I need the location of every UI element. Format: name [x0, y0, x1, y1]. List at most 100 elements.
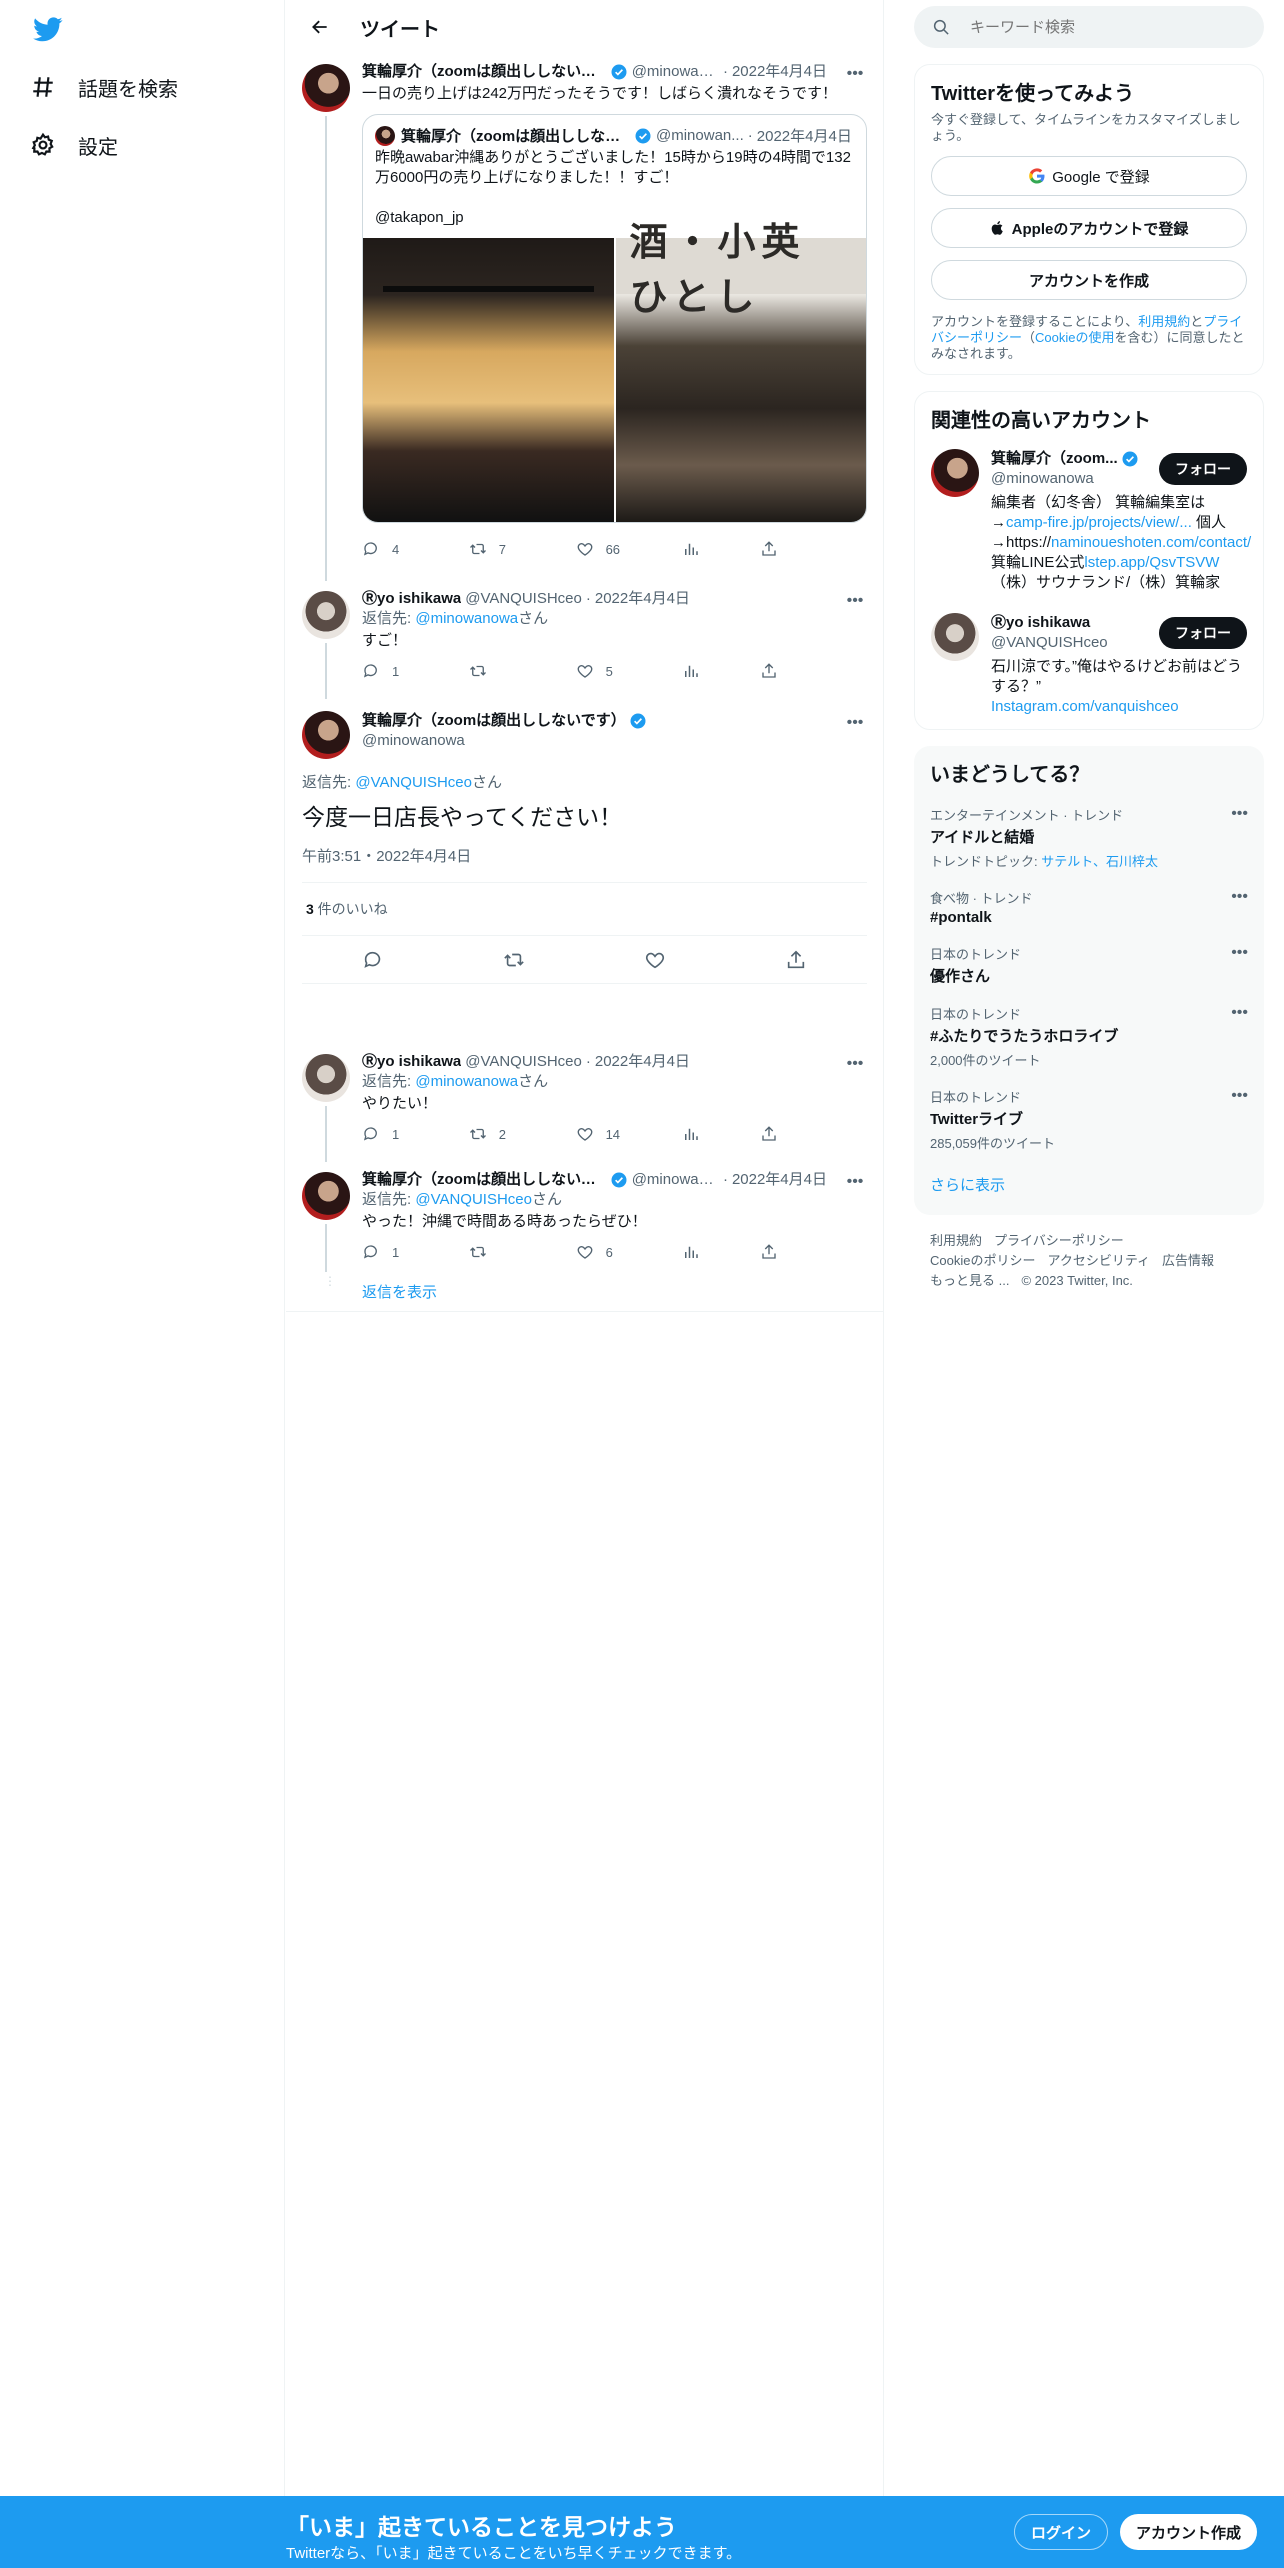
tweet-parent[interactable]: ••• 箕輪厚介（zoomは顔出ししないで... @minowan... · 2…	[286, 54, 883, 581]
like-button[interactable]: 5	[576, 662, 683, 680]
footer-link[interactable]: もっと見る ...	[930, 1273, 1009, 1288]
apple-signup-button[interactable]: Appleのアカウントで登録	[931, 208, 1247, 248]
tweet-reply-ancestor[interactable]: ••• Ⓡyo ishikawa @VANQUISHceo · 2022年4月4…	[286, 581, 883, 699]
reply-button[interactable]: 4	[362, 540, 469, 558]
author-handle[interactable]: @minowan...	[632, 1170, 719, 1190]
share-button[interactable]	[760, 662, 867, 680]
quote-media[interactable]: 酒・小英 ひとし	[363, 222, 866, 522]
share-icon[interactable]	[785, 949, 807, 971]
tweet-date[interactable]: 2022年4月4日	[595, 1052, 690, 1072]
reply-mention-link[interactable]: @minowanowa	[415, 1073, 518, 1090]
trend-item[interactable]: 食べ物 · トレンド #pontalk •••	[930, 888, 1248, 926]
login-button[interactable]: ログイン	[1014, 2514, 1109, 2550]
trend-item[interactable]: エンターテインメント · トレンド アイドルと結婚 トレンドトピック: サテルト…	[930, 805, 1248, 870]
tweet-date[interactable]: 2022年4月4日	[732, 1170, 827, 1190]
reply-tweet[interactable]: ••• 箕輪厚介（zoomは顔出ししないで... @minowan... · 2…	[286, 1162, 883, 1272]
twitter-logo-icon[interactable]	[30, 14, 66, 44]
avatar[interactable]	[302, 64, 350, 112]
retweet-button[interactable]: 7	[469, 540, 576, 558]
views-button[interactable]	[682, 1243, 760, 1261]
photo-shop-front[interactable]: 酒・小英 ひとし	[615, 222, 866, 522]
more-icon[interactable]: •••	[843, 711, 867, 735]
more-icon[interactable]: •••	[1231, 944, 1248, 962]
avatar[interactable]	[302, 711, 350, 759]
likes-summary[interactable]: 3 件のいいね	[302, 883, 867, 936]
reply-button[interactable]: 1	[362, 662, 469, 680]
author-name[interactable]: 箕輪厚介（zoomは顔出ししないで...	[362, 1170, 607, 1190]
avatar[interactable]	[931, 449, 979, 497]
bio-link[interactable]: naminoueshoten.com/contact/	[1051, 534, 1251, 551]
more-icon[interactable]: •••	[843, 1170, 867, 1194]
views-button[interactable]	[682, 540, 760, 558]
author-name[interactable]: Ⓡyo ishikawa	[362, 589, 461, 609]
back-button[interactable]	[302, 9, 338, 45]
author-handle[interactable]: @minowanowa	[362, 731, 867, 751]
more-icon[interactable]: •••	[843, 1052, 867, 1076]
more-icon[interactable]: •••	[1231, 805, 1248, 823]
views-button[interactable]	[682, 662, 760, 680]
nav-explore[interactable]: 話題を検索	[30, 65, 178, 109]
reply-button[interactable]: 1	[362, 1243, 469, 1261]
like-button[interactable]: 6	[576, 1243, 683, 1261]
footer-link[interactable]: プライバシーポリシー	[994, 1233, 1124, 1248]
cookie-link[interactable]: Cookieの使用	[1035, 330, 1114, 345]
more-icon[interactable]: •••	[1231, 1087, 1248, 1105]
author-handle[interactable]: @VANQUISHceo	[465, 589, 582, 609]
create-account-button[interactable]: アカウントを作成	[931, 260, 1247, 300]
related-account[interactable]: 箕輪厚介（zoom... @minowanowa 編集者（幻冬舎） 箕輪編集室は…	[931, 449, 1251, 593]
footer-link[interactable]: アクセシビリティ	[1047, 1253, 1150, 1268]
tweet-timestamp[interactable]: 午前3:51・2022年4月4日	[302, 845, 867, 883]
show-more-link[interactable]: さらに表示	[930, 1177, 1005, 1194]
avatar[interactable]	[302, 1172, 350, 1220]
signup-button[interactable]: アカウント作成	[1120, 2514, 1258, 2550]
avatar[interactable]	[302, 1054, 350, 1102]
footer-link[interactable]: Cookieのポリシー	[930, 1253, 1035, 1268]
retweet-button[interactable]	[469, 662, 576, 680]
author-name[interactable]: 箕輪厚介（zoomは顔出ししないです）	[362, 711, 626, 731]
more-icon[interactable]: •••	[1231, 1004, 1248, 1022]
avatar[interactable]	[931, 613, 979, 661]
author-handle[interactable]: @VANQUISHceo	[465, 1052, 582, 1072]
terms-link[interactable]: 利用規約	[1138, 314, 1190, 329]
heart-icon[interactable]	[644, 949, 666, 971]
bio-link[interactable]: camp-fire.jp/projects/view/...	[1006, 514, 1192, 531]
tweet-date[interactable]: 2022年4月4日	[595, 589, 690, 609]
author-name[interactable]: 箕輪厚介（zoomは顔出ししないで...	[362, 62, 607, 82]
retweet-button[interactable]: 2	[469, 1125, 576, 1143]
more-icon[interactable]: •••	[1231, 888, 1248, 906]
footer-link[interactable]: 利用規約	[930, 1233, 982, 1248]
search-box[interactable]	[914, 6, 1264, 48]
reply-mention-link[interactable]: @VANQUISHceo	[355, 774, 472, 791]
like-button[interactable]: 66	[576, 540, 683, 558]
show-replies-row[interactable]: ⋮ 返信を表示	[286, 1272, 883, 1312]
trend-related-links[interactable]: サテルト、石川梓太	[1041, 854, 1158, 869]
search-input[interactable]	[970, 18, 1264, 36]
related-account[interactable]: Ⓡyo ishikawa @VANQUISHceo 石川涼です。”俺はやるけどお…	[931, 613, 1247, 717]
reply-mention-link[interactable]: @minowanowa	[415, 610, 518, 627]
footer-link[interactable]: 広告情報	[1162, 1253, 1214, 1268]
reply-button[interactable]: 1	[362, 1125, 469, 1143]
quoted-tweet[interactable]: 箕輪厚介（zoomは顔出ししない... @minowan... · 2022年4…	[362, 114, 867, 523]
more-icon[interactable]: •••	[843, 62, 867, 86]
bio-link[interactable]: Instagram.com/vanquishceo	[991, 698, 1179, 715]
share-button[interactable]	[760, 1243, 867, 1261]
trend-item[interactable]: 日本のトレンド #ふたりでうたうホロライブ 2,000件のツイート •••	[930, 1004, 1248, 1069]
trend-item[interactable]: 日本のトレンド Twitterライブ 285,059件のツイート •••	[930, 1087, 1248, 1152]
nav-settings[interactable]: 設定	[30, 123, 118, 167]
share-button[interactable]	[760, 1125, 867, 1143]
retweet-button[interactable]	[469, 1243, 576, 1261]
reply-icon[interactable]	[362, 949, 384, 971]
show-replies-link[interactable]: 返信を表示	[362, 1281, 437, 1302]
photo-bar-interior[interactable]	[363, 238, 614, 522]
author-name[interactable]: Ⓡyo ishikawa	[362, 1052, 461, 1072]
like-button[interactable]: 14	[576, 1125, 683, 1143]
avatar[interactable]	[302, 591, 350, 639]
reply-mention-link[interactable]: @VANQUISHceo	[415, 1191, 532, 1208]
trend-item[interactable]: 日本のトレンド 優作さん •••	[930, 944, 1248, 986]
follow-button[interactable]: フォロー	[1159, 617, 1247, 649]
views-button[interactable]	[682, 1125, 760, 1143]
reply-tweet[interactable]: ••• Ⓡyo ishikawa @VANQUISHceo · 2022年4月4…	[286, 1044, 883, 1162]
account-name[interactable]: 箕輪厚介（zoom...	[991, 449, 1118, 469]
bio-link[interactable]: lstep.app/QsvTSVW	[1084, 554, 1219, 571]
google-signup-button[interactable]: Google で登録	[931, 156, 1247, 196]
